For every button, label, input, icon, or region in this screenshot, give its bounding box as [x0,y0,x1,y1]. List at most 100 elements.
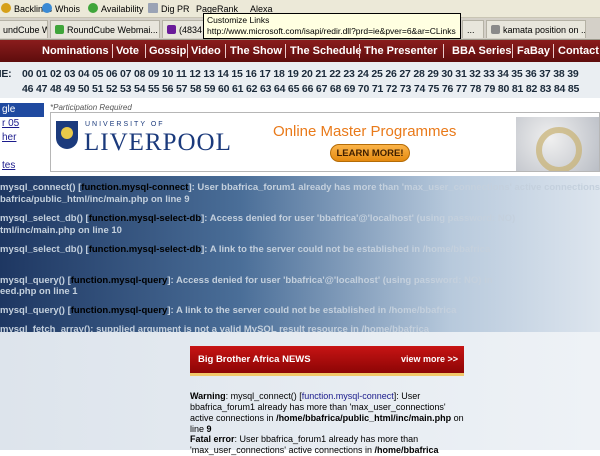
error-text: eed.php on line 1 [0,286,78,297]
warning-function-link[interactable]: function.mysql-connect [302,391,394,401]
links-item-dig-pr[interactable]: Dig PR [148,2,190,16]
error-line: mysql_connect() [function.mysql-connect]… [0,182,600,193]
tab-yahoo-mail[interactable]: (4834 ... [162,20,206,38]
sidebar-item[interactable]: tes [0,160,15,171]
roundcube-icon [55,25,64,34]
php-fatal-error: Fatal error: User bbafrica_forum1 alread… [190,434,470,456]
fatal-path: /home/bbafrica [374,445,439,455]
links-label: Whois [55,4,81,14]
error-text: mysql_connect() [ [0,182,82,193]
tab-label: RoundCube Webmai... [67,25,158,35]
warning-path: /home/bbafrica/public_html/inc/main.php [276,413,452,423]
error-function-link[interactable]: function.mysql-query [71,275,168,286]
php-warning: Warning: mysql_connect() [function.mysql… [190,391,470,435]
learn-more-button[interactable]: LEARN MORE! [330,144,410,162]
error-function-link[interactable]: function.mysql-select-db [89,244,201,255]
error-function-link[interactable]: function.mysql-query [71,305,168,316]
view-more-link[interactable]: view more >> [401,354,458,364]
nav-the-presenter[interactable]: The Presenter [364,40,437,62]
nav-gossip[interactable]: Gossip [149,40,186,62]
nav-separator [553,44,554,58]
error-text: mysql_query() [ [0,305,71,316]
ad-banner[interactable]: UNIVERSITY OF LIVERPOOL Online Master Pr… [50,112,600,172]
error-messages: mysql_connect() [function.mysql-connect]… [0,176,600,332]
warning-text: : mysql_connect() [ [225,391,302,401]
error-text: ]: A link to the server could not be est… [167,305,457,316]
tab-kamata[interactable]: kamata position on ... [486,20,586,38]
warning-line-number: 9 [206,424,212,434]
customize-links-tooltip: Customize Links http://www.microsoft.com… [203,13,461,39]
fatal-label: Fatal error [190,434,235,444]
error-text: bafrica/public_html/inc/main.php on line… [0,194,190,205]
left-sidebar: gle r 05 her tes [0,98,46,178]
chart-icon [148,3,158,13]
error-text: ]: A link to the server could not be est… [201,244,491,255]
news-header: Big Brother Africa NEWS view more >> [190,346,464,376]
nav-video[interactable]: Video [191,40,221,62]
error-text: mysql_select_db() [ [0,213,89,224]
error-line: mysql_fetch_array(): supplied argument i… [0,324,429,332]
nav-nominations[interactable]: Nominations [42,40,109,62]
nav-the-show[interactable]: The Show [230,40,282,62]
numbers-row-2[interactable]: 46 47 48 49 50 51 52 53 54 55 56 57 58 5… [22,83,579,95]
nav-vote[interactable]: Vote [116,40,139,62]
university-name: LIVERPOOL [84,129,232,156]
university-of-text: UNIVERSITY OF [85,121,165,128]
nav-separator [443,44,444,58]
nav-the-schedule[interactable]: The Schedule [290,40,362,62]
error-line: mysql_select_db() [function.mysql-select… [0,213,515,224]
ad-photo [516,117,599,171]
error-text: tml/inc/main.php on line 10 [0,225,122,236]
site-nav: Nominations Vote Gossip Video The Show T… [0,40,600,62]
ad-headline: Online Master Programmes [273,123,457,140]
numbers-row-1[interactable]: 00 01 02 03 04 05 06 07 08 09 10 11 12 1… [22,68,579,80]
links-label: Dig PR [161,4,190,14]
error-line: mysql_select_db() [function.mysql-select… [0,244,490,255]
error-function-link[interactable]: function.mysql-connect [81,182,188,193]
error-text: ]: User bbafrica_forum1 already has more… [188,182,600,193]
links-label: Availability [101,4,144,14]
nav-separator [512,44,513,58]
liverpool-crest-icon [56,121,78,149]
links-item-availability[interactable]: Availability [88,2,143,16]
tab-roundcube-1[interactable]: undCube W... [0,20,48,38]
error-line: mysql_query() [function.mysql-query]: A … [0,305,456,316]
numbers-prefix: NE: [0,68,12,80]
tab-label: kamata position on ... [503,25,586,35]
sidebar-item[interactable]: r 05 [0,118,19,129]
tab-roundcube-webmail[interactable]: RoundCube Webmai... [50,20,160,38]
error-text: ]: Access denied for user 'bbafrica'@'lo… [167,275,493,286]
error-text: mysql_query() [ [0,275,71,286]
tab-label: undCube W... [3,25,47,35]
error-function-link[interactable]: function.mysql-select-db [89,213,201,224]
nav-separator [285,44,286,58]
nav-separator [359,44,360,58]
tooltip-url: http://www.microsoft.com/isapi/redir.dll… [207,26,456,36]
error-line: bafrica/public_html/inc/main.php on line… [0,194,190,205]
page-icon [491,25,500,34]
nav-fabay[interactable]: FaBay [517,40,550,62]
backlinks-icon [1,3,11,13]
tab-label: ... [467,25,475,35]
error-text: ]: Access denied for user 'bbafrica'@'lo… [201,213,516,224]
tab-generic[interactable]: ... [462,20,484,38]
ad-disclaimer: *Participation Required [50,103,132,112]
nav-separator [145,44,146,58]
error-line: eed.php on line 1 [0,286,78,297]
links-item-whois[interactable]: Whois [42,2,80,16]
warning-label: Warning [190,391,226,401]
error-text: mysql_select_db() [ [0,244,89,255]
sidebar-item-active[interactable]: gle [0,103,44,117]
error-line: tml/inc/main.php on line 10 [0,225,122,236]
nav-bba-series[interactable]: BBA Series [452,40,512,62]
error-text: mysql_fetch_array(): supplied argument i… [0,324,430,332]
nav-separator [225,44,226,58]
tooltip-title: Customize Links [207,15,270,25]
globe-icon [42,3,52,13]
nav-separator [187,44,188,58]
sidebar-item[interactable]: her [0,132,16,143]
episode-numbers: NE: 00 01 02 03 04 05 06 07 08 09 10 11 … [0,62,600,98]
yahoo-icon [167,25,176,34]
availability-icon [88,3,98,13]
nav-contact[interactable]: Contact [558,40,599,62]
